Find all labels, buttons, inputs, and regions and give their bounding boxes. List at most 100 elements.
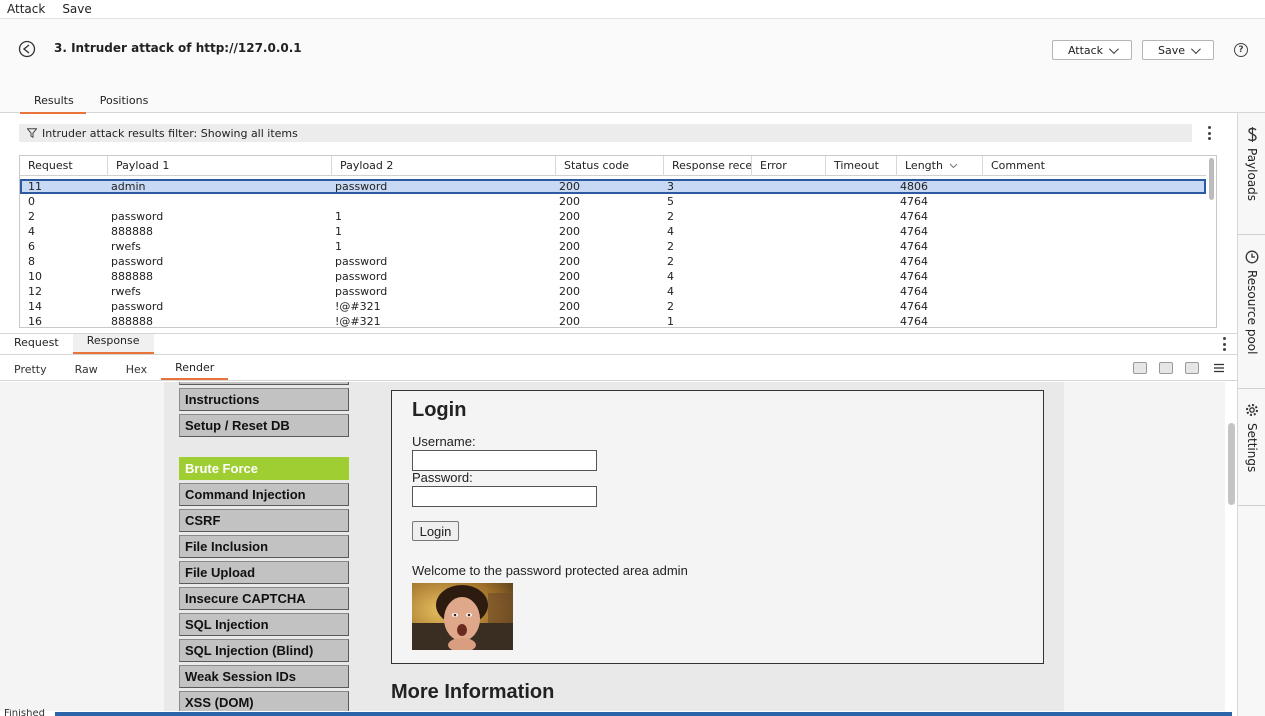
- table-scrollbar[interactable]: [1209, 158, 1214, 200]
- menu-sql-injection-blind[interactable]: SQL Injection (Blind): [179, 639, 349, 662]
- render-scrollbar[interactable]: [1228, 423, 1235, 505]
- col-comment[interactable]: Comment: [983, 156, 1206, 176]
- tab-positions[interactable]: Positions: [86, 92, 161, 114]
- login-button[interactable]: Login: [412, 521, 459, 541]
- table-row[interactable]: 11 admin password 200 3 4806: [20, 179, 1206, 194]
- username-field[interactable]: [412, 450, 597, 471]
- col-length[interactable]: Length: [897, 156, 983, 176]
- cell-payload-1: 888888: [111, 225, 153, 238]
- table-row[interactable]: 14 password !@#321 200 2 4764: [20, 299, 1206, 314]
- table-row[interactable]: 10 888888 password 200 4 4764: [20, 269, 1206, 284]
- back-icon[interactable]: [18, 40, 36, 58]
- table-row[interactable]: 16 888888 !@#321 200 1 4764: [20, 314, 1206, 328]
- cell-payload-2: !@#321: [335, 315, 381, 328]
- results-options-icon[interactable]: [1207, 126, 1211, 140]
- newline-icon[interactable]: [1185, 362, 1199, 374]
- more-information-heading: More Information: [391, 681, 555, 703]
- cell-payload-2: 1: [335, 225, 342, 238]
- cell-status-code: 200: [559, 180, 580, 193]
- cell-payload-2: password: [335, 270, 388, 283]
- menu-insecure-captcha[interactable]: Insecure CAPTCHA: [179, 587, 349, 610]
- col-payload-2[interactable]: Payload 2: [332, 156, 556, 176]
- cell-request: 16: [28, 315, 42, 328]
- side-item-resource-pool[interactable]: Resource pool: [1238, 250, 1265, 354]
- menu-save[interactable]: Save: [62, 2, 91, 16]
- table-row[interactable]: 4 888888 1 200 4 4764: [20, 224, 1206, 239]
- attack-button[interactable]: Attack: [1052, 40, 1132, 60]
- tab-response[interactable]: Response: [72, 334, 154, 354]
- help-icon[interactable]: ?: [1234, 43, 1248, 57]
- tab-raw[interactable]: Raw: [61, 363, 112, 380]
- cell-length: 4764: [900, 225, 928, 238]
- menu-file-upload[interactable]: File Upload: [179, 561, 349, 584]
- menu-icon[interactable]: [1213, 363, 1225, 373]
- table-row[interactable]: 6 rwefs 1 200 2 4764: [20, 239, 1206, 254]
- menu-csrf[interactable]: CSRF: [179, 509, 349, 532]
- results-filter-bar[interactable]: Intruder attack results filter: Showing …: [19, 124, 1192, 142]
- menu-weak-session-ids[interactable]: Weak Session IDs: [179, 665, 349, 688]
- password-field[interactable]: [412, 486, 597, 507]
- menu-xss-dom[interactable]: XSS (DOM): [179, 691, 349, 711]
- login-panel: Login Username: Password: Login Welcome …: [391, 390, 1044, 664]
- menu-setup-reset-db[interactable]: Setup / Reset DB: [179, 414, 349, 437]
- cell-length: 4764: [900, 270, 928, 283]
- save-button[interactable]: Save: [1142, 40, 1214, 60]
- table-row[interactable]: 12 rwefs password 200 4 4764: [20, 284, 1206, 299]
- menu-sql-injection[interactable]: SQL Injection: [179, 613, 349, 636]
- menu-attack[interactable]: Attack: [7, 2, 45, 16]
- table-row[interactable]: 0 200 5 4764: [20, 194, 1206, 209]
- tab-render[interactable]: Render: [161, 361, 229, 380]
- filter-icon: [27, 128, 37, 138]
- cell-response-received: 5: [667, 195, 674, 208]
- table-row[interactable]: 2 password 1 200 2 4764: [20, 209, 1206, 224]
- col-payload-1[interactable]: Payload 1: [108, 156, 332, 176]
- cell-status-code: 200: [559, 285, 580, 298]
- message-options-icon[interactable]: [1222, 337, 1226, 351]
- cell-payload-2: password: [335, 255, 388, 268]
- col-timeout[interactable]: Timeout: [826, 156, 897, 176]
- cell-request: 0: [28, 195, 35, 208]
- user-photo: [412, 583, 513, 650]
- side-panel: Payloads Resource pool Settings: [1237, 113, 1265, 716]
- menu-file-inclusion[interactable]: File Inclusion: [179, 535, 349, 558]
- cell-payload-1: password: [111, 210, 164, 223]
- sort-desc-icon: [950, 163, 958, 169]
- status-text: Finished: [4, 709, 45, 716]
- menu-instructions[interactable]: Instructions: [179, 388, 349, 411]
- side-item-payloads[interactable]: Payloads: [1238, 127, 1265, 201]
- clock-icon: [1245, 250, 1259, 264]
- cell-status-code: 200: [559, 270, 580, 283]
- table-body: 11 admin password 200 3 4806 0 200 5 4764 2 passwor…: [20, 179, 1206, 328]
- cell-length: 4764: [900, 195, 928, 208]
- cell-request: 2: [28, 210, 35, 223]
- col-response-received[interactable]: Response recei...: [664, 156, 752, 176]
- side-label-resource-pool: Resource pool: [1245, 270, 1259, 355]
- side-item-settings[interactable]: Settings: [1238, 403, 1265, 472]
- tab-pretty[interactable]: Pretty: [0, 363, 61, 380]
- cell-status-code: 200: [559, 300, 580, 313]
- hide-icon[interactable]: [1133, 362, 1147, 374]
- cell-request: 4: [28, 225, 35, 238]
- col-status-code[interactable]: Status code: [556, 156, 664, 176]
- menu-command-injection[interactable]: Command Injection: [179, 483, 349, 506]
- attack-header: 3. Intruder attack of http://127.0.0.1 A…: [0, 19, 1265, 114]
- cell-payload-1: 888888: [111, 315, 153, 328]
- cell-request: 6: [28, 240, 35, 253]
- col-error[interactable]: Error: [752, 156, 826, 176]
- cell-response-received: 4: [667, 285, 674, 298]
- chevron-down-icon: [1190, 43, 1201, 54]
- cell-status-code: 200: [559, 195, 580, 208]
- username-label: Username:: [412, 434, 476, 449]
- wrap-icon[interactable]: [1159, 362, 1173, 374]
- table-row[interactable]: 8 password password 200 2 4764: [20, 254, 1206, 269]
- chevron-down-icon: [1109, 43, 1119, 54]
- tab-request[interactable]: Request: [0, 336, 73, 354]
- tab-results[interactable]: Results: [20, 92, 86, 114]
- tab-hex[interactable]: Hex: [112, 363, 161, 380]
- cell-payload-1: rwefs: [111, 240, 141, 253]
- col-request[interactable]: Request: [20, 156, 108, 176]
- cell-length: 4764: [900, 285, 928, 298]
- menu-brute-force[interactable]: Brute Force: [179, 457, 349, 480]
- attack-tabs: Results Positions: [20, 92, 160, 114]
- cell-payload-2: !@#321: [335, 300, 381, 313]
